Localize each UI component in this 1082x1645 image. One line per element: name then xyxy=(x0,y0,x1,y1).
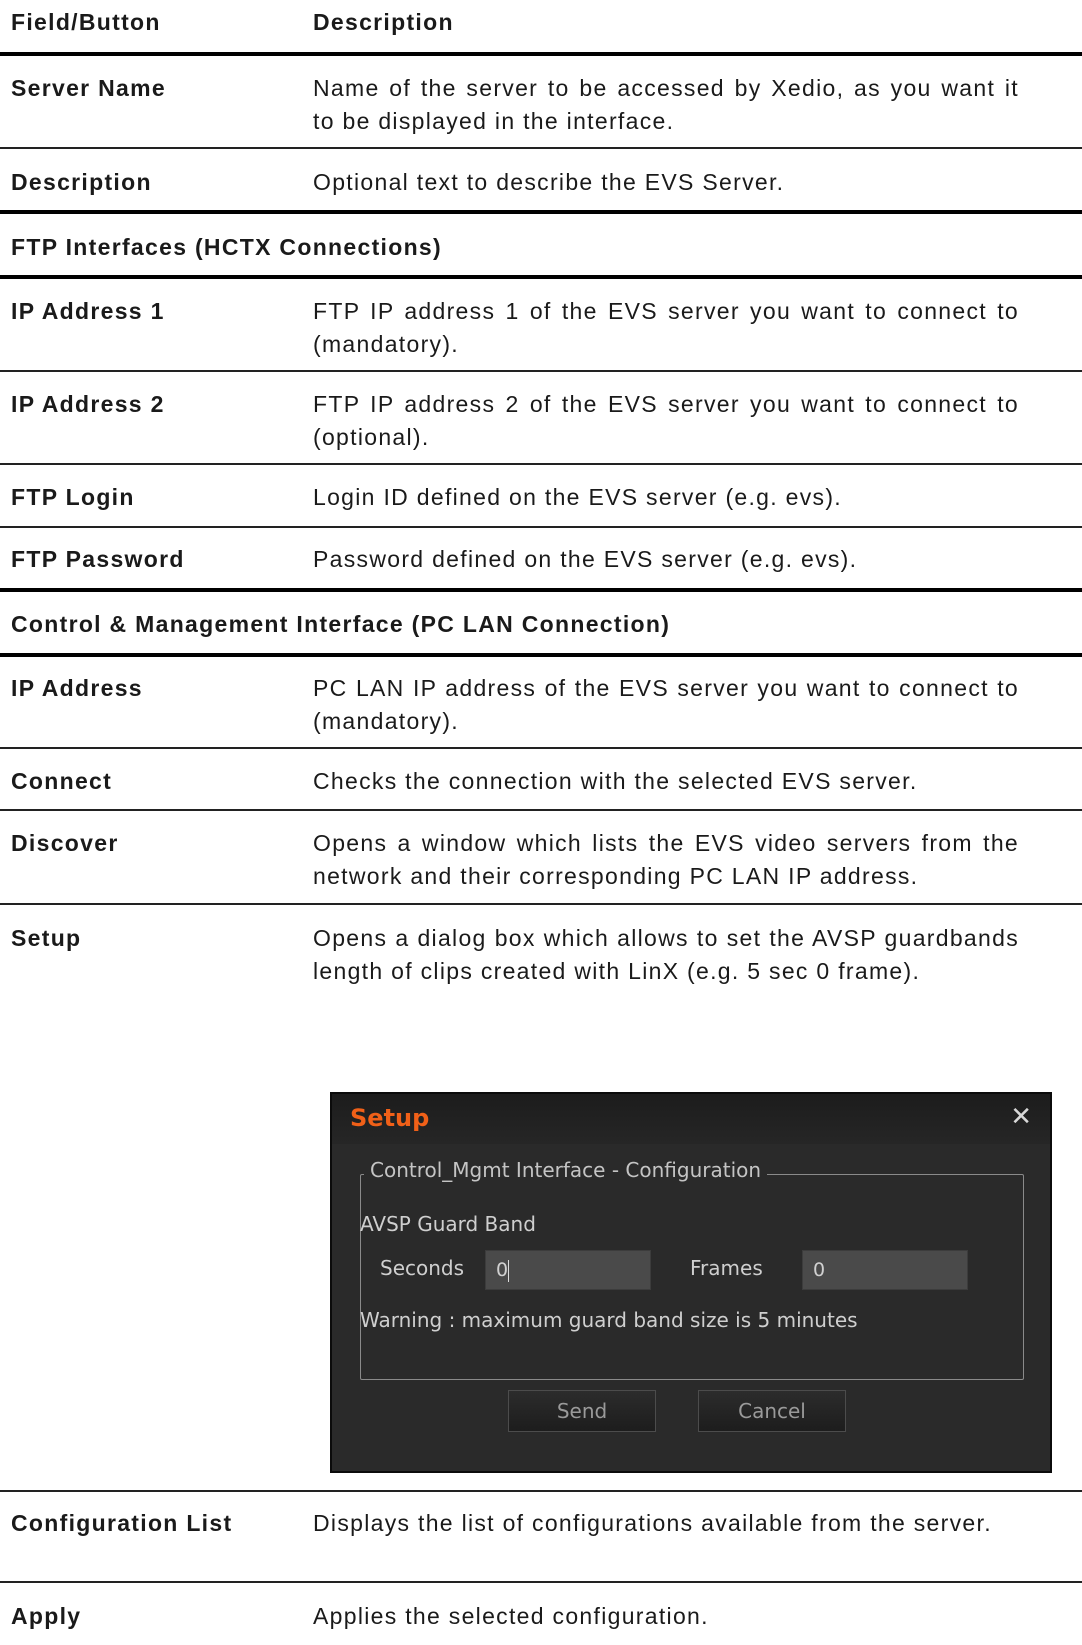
field-ftp-password: FTP Password xyxy=(11,546,185,572)
row-divider xyxy=(0,1581,1082,1583)
row-divider xyxy=(0,463,1082,465)
field-ftp-login: FTP Login xyxy=(11,484,135,510)
desc-connect: Checks the connection with the selected … xyxy=(313,768,918,794)
seconds-label: Seconds xyxy=(380,1256,465,1280)
dialog-titlebar xyxy=(332,1094,1050,1144)
section-divider xyxy=(0,275,1082,279)
section-ftp-interfaces: FTP Interfaces (HCTX Connections) xyxy=(11,234,442,260)
text-caret xyxy=(508,1259,510,1282)
subgroup-border xyxy=(360,1254,361,1304)
row-divider xyxy=(0,1490,1082,1492)
header-divider xyxy=(0,52,1082,56)
section-control-management: Control & Management Interface (PC LAN C… xyxy=(11,611,671,637)
desc-ftp-login: Login ID defined on the EVS server (e.g.… xyxy=(313,484,842,510)
field-connect: Connect xyxy=(11,768,113,794)
row-divider xyxy=(0,903,1082,905)
column-header-description: Description xyxy=(313,9,454,35)
section-divider xyxy=(0,210,1082,214)
desc-configuration-list: Displays the list of configurations avai… xyxy=(313,1510,992,1536)
desc-description: Optional text to describe the EVS Server… xyxy=(313,169,785,195)
cancel-button[interactable]: Cancel xyxy=(698,1390,846,1432)
field-configuration-list: Configuration List xyxy=(11,1510,233,1536)
send-button[interactable]: Send xyxy=(508,1390,656,1432)
field-server-name: Server Name xyxy=(11,75,166,101)
field-discover: Discover xyxy=(11,830,119,856)
seconds-input[interactable]: 0 xyxy=(485,1250,651,1290)
desc-discover: Opens a window which lists the EVS video… xyxy=(313,830,1019,889)
row-divider xyxy=(0,147,1082,149)
guard-band-label: AVSP Guard Band xyxy=(360,1212,536,1236)
row-divider xyxy=(0,747,1082,749)
group-title: Control_Mgmt Interface - Configuration xyxy=(364,1158,768,1182)
warning-text: Warning : maximum guard band size is 5 m… xyxy=(360,1308,858,1332)
setup-dialog: Setup ✕ Control_Mgmt Interface - Configu… xyxy=(330,1092,1052,1473)
column-header-field: Field/Button xyxy=(11,9,161,35)
desc-setup: Opens a dialog box which allows to set t… xyxy=(313,925,1019,984)
section-divider xyxy=(0,653,1082,657)
field-apply: Apply xyxy=(11,1603,82,1629)
field-description: Description xyxy=(11,169,152,195)
frames-label: Frames xyxy=(690,1256,763,1280)
desc-ip-address-2: FTP IP address 2 of the EVS server you w… xyxy=(313,391,1019,450)
field-ip-address: IP Address xyxy=(11,675,143,701)
desc-server-name: Name of the server to be accessed by Xed… xyxy=(313,75,1019,134)
field-setup: Setup xyxy=(11,925,82,951)
desc-apply: Applies the selected configuration. xyxy=(313,1603,709,1629)
frames-input[interactable]: 0 xyxy=(802,1250,968,1290)
dialog-title: Setup xyxy=(350,1104,430,1132)
field-ip-address-2: IP Address 2 xyxy=(11,391,165,417)
row-divider xyxy=(0,370,1082,372)
desc-ftp-password: Password defined on the EVS server (e.g.… xyxy=(313,546,858,572)
close-icon[interactable]: ✕ xyxy=(1010,1102,1032,1132)
row-divider xyxy=(0,809,1082,811)
row-divider xyxy=(0,526,1082,528)
seconds-value: 0 xyxy=(496,1259,509,1281)
field-ip-address-1: IP Address 1 xyxy=(11,298,165,324)
desc-ip-address: PC LAN IP address of the EVS server you … xyxy=(313,675,1019,734)
section-divider xyxy=(0,588,1082,592)
desc-ip-address-1: FTP IP address 1 of the EVS server you w… xyxy=(313,298,1019,357)
